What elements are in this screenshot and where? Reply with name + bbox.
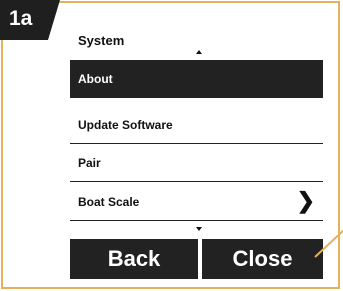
scroll-up-arrow-icon — [196, 50, 202, 54]
menu-item-boat-scale[interactable]: Boat Scale ❯ — [70, 183, 323, 221]
close-button[interactable]: Close — [202, 239, 323, 279]
menu-item-label: About — [78, 72, 113, 86]
menu-item-pair[interactable]: Pair — [70, 144, 323, 182]
chevron-right-icon: ❯ — [296, 188, 315, 213]
step-label: 1a — [9, 7, 33, 30]
back-button[interactable]: Back — [70, 239, 198, 279]
menu-item-label: Pair — [78, 156, 101, 170]
menu-item-update-software[interactable]: Update Software — [70, 106, 323, 144]
menu-title: System — [78, 33, 125, 48]
menu-item-label: Boat Scale — [78, 195, 140, 209]
menu-item-label: Update Software — [78, 118, 173, 132]
scroll-down-arrow-icon — [196, 227, 202, 231]
menu-item-about[interactable]: About — [70, 60, 323, 98]
